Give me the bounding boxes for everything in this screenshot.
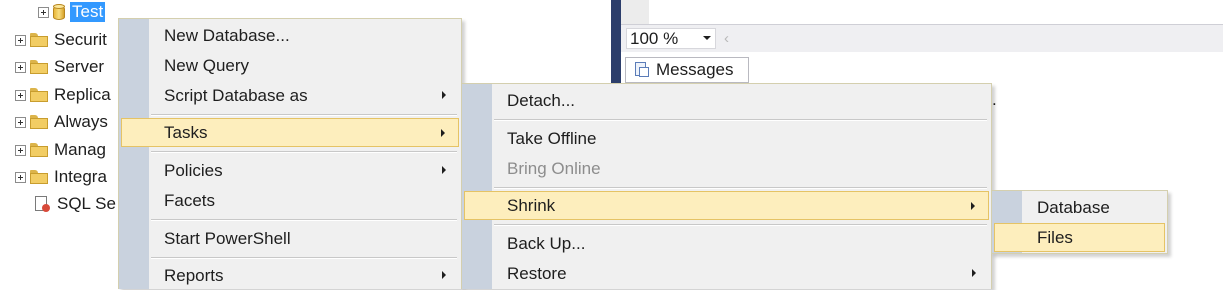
tree-node-integration[interactable]: Integra [15,166,107,188]
tree-node-security[interactable]: Securit [15,29,107,51]
menu-item-shrink[interactable]: Shrink [464,191,989,220]
submenu-arrow-icon [442,271,446,279]
menu-item-take-offline[interactable]: Take Offline [464,124,989,153]
menu-separator [151,219,457,221]
zoom-bar: 100 % ‹ [621,24,1223,53]
log-file-icon [33,195,51,213]
database-icon [53,3,65,21]
menu-item-policies[interactable]: Policies [121,156,459,185]
menu-separator [151,257,457,259]
menu-item-label: Take Offline [507,128,597,148]
submenu-arrow-icon [971,202,975,210]
submenu-arrow-icon [442,91,446,99]
menu-item-shrink-files[interactable]: Files [994,223,1165,252]
menu-item-back-up[interactable]: Back Up... [464,229,989,258]
tree-node-label[interactable]: Securit [54,30,107,50]
scroll-left-icon[interactable]: ‹ [724,30,729,47]
submenu-arrow-icon [972,269,976,277]
tree-node-test-db[interactable]: Test [38,1,106,23]
menu-item-label: Policies [164,160,223,180]
menu-item-label: Bring Online [507,158,601,178]
expand-icon[interactable] [15,61,26,73]
menu-item-start-powershell[interactable]: Start PowerShell [121,224,459,253]
tree-node-server-objects[interactable]: Server [15,56,104,78]
menu-separator [151,151,457,153]
submenu-arrow-icon [441,129,445,137]
expand-icon[interactable] [15,89,26,101]
folder-icon [30,170,48,184]
menu-item-label: New Database... [164,25,290,45]
zoom-dropdown[interactable]: 100 % [626,28,716,49]
menu-item-label: Reports [164,265,224,285]
menu-item-facets[interactable]: Facets [121,186,459,215]
menu-separator [494,224,987,226]
tasks-submenu: Detach... Take Offline Bring Online Shri… [461,83,992,289]
menu-item-script-database-as[interactable]: Script Database as [121,81,459,110]
expand-icon[interactable] [15,116,26,128]
tree-node-management[interactable]: Manag [15,139,106,161]
menu-item-label: Restore [507,263,567,283]
database-context-menu: New Database... New Query Script Databas… [118,18,462,289]
menu-item-label: Back Up... [507,233,586,253]
menu-item-label: Shrink [507,195,556,215]
tree-node-label[interactable]: Always [54,112,108,132]
menu-item-label: Start PowerShell [164,228,291,248]
submenu-arrow-icon [442,166,446,174]
menu-item-new-query[interactable]: New Query [121,51,459,80]
results-text: . [992,90,997,109]
tree-node-label[interactable]: Replica [54,85,111,105]
menu-item-shrink-database[interactable]: Database [994,193,1165,222]
menu-separator [151,114,457,116]
folder-icon [30,88,48,102]
menu-separator [494,187,987,189]
tree-node-label[interactable]: Server [54,57,104,77]
tree-node-label[interactable]: Manag [54,140,106,160]
menu-item-label: Files [1037,227,1073,247]
tree-node-label[interactable]: Test [70,2,106,22]
tree-node-always-on[interactable]: Always [15,111,108,133]
tree-node-replication[interactable]: Replica [15,84,111,106]
query-editor[interactable] [621,0,1223,24]
expand-icon[interactable] [15,171,26,183]
folder-icon [30,33,48,47]
messages-icon [634,62,650,78]
menu-item-tasks[interactable]: Tasks [121,118,459,147]
menu-item-reports[interactable]: Reports [121,261,459,290]
chevron-down-icon[interactable] [703,36,711,40]
folder-icon [30,60,48,74]
menu-item-label: Database [1037,197,1110,217]
menu-item-bring-online: Bring Online [464,154,989,183]
menu-item-restore[interactable]: Restore [464,259,989,288]
expand-icon[interactable] [15,144,26,156]
tree-node-sql-agent-log[interactable]: SQL Se [19,193,116,215]
tab-messages[interactable]: Messages [625,57,749,83]
menu-separator [494,119,987,121]
folder-icon [30,143,48,157]
tree-node-label[interactable]: SQL Se [57,194,116,214]
tree-node-label[interactable]: Integra [54,167,107,187]
folder-icon [30,115,48,129]
menu-item-new-database[interactable]: New Database... [121,21,459,50]
shrink-submenu: Database Files [991,190,1168,254]
menu-item-label: Facets [164,190,216,210]
expand-icon[interactable] [15,34,26,46]
expand-icon[interactable] [38,6,49,18]
menu-item-label: Script Database as [164,85,308,105]
menu-item-label: Tasks [164,122,208,142]
menu-item-label: New Query [164,55,250,75]
editor-margin [621,0,649,24]
tab-label: Messages [656,60,734,79]
menu-item-label: Detach... [507,90,576,110]
menu-item-detach[interactable]: Detach... [464,86,989,115]
zoom-value: 100 % [630,28,679,48]
